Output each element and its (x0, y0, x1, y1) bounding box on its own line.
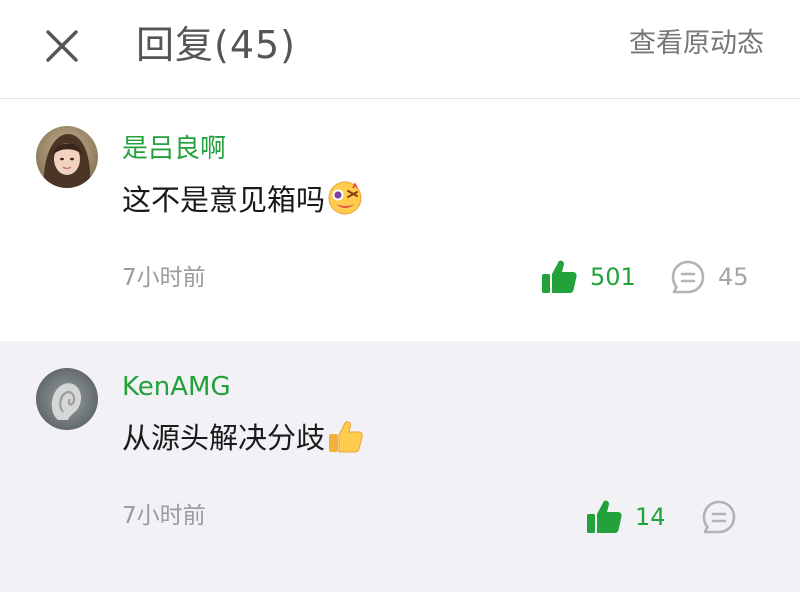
avatar[interactable] (36, 126, 98, 188)
comment-item: KenAMG 从源头解决分歧 7小时前 14 (0, 341, 800, 592)
top-bar: 回复(45) 查看原动态 (0, 0, 800, 99)
username[interactable]: KenAMG (122, 369, 231, 405)
reply-button[interactable]: 45 (670, 257, 749, 297)
timestamp: 7小时前 (122, 503, 206, 529)
comment-text: 从源头解决分歧 (122, 417, 363, 459)
close-button[interactable] (42, 26, 82, 66)
comment-bubble-icon (702, 500, 736, 534)
comment-bubble-icon (671, 260, 705, 294)
like-count: 501 (590, 263, 636, 291)
page-title: 回复(45) (136, 23, 297, 67)
avatar[interactable] (36, 368, 98, 430)
view-original-post-link[interactable]: 查看原动态 (629, 24, 764, 64)
thumbs-up-emoji-icon (327, 418, 363, 454)
close-icon (46, 30, 78, 62)
thumbs-up-icon (587, 500, 622, 533)
reply-button[interactable] (701, 497, 737, 537)
username[interactable]: 是吕良啊 (122, 131, 226, 167)
like-button[interactable]: 501 (540, 257, 636, 297)
like-count: 14 (635, 503, 666, 531)
comment-item: 是吕良啊 这不是意见箱吗 7小时前 501 45 (0, 99, 800, 341)
dizzy-face-emoji-icon (327, 180, 363, 216)
timestamp: 7小时前 (122, 265, 206, 291)
comment-text: 这不是意见箱吗 (122, 179, 363, 221)
thumbs-up-icon (542, 260, 577, 293)
reply-count: 45 (718, 263, 749, 291)
like-button[interactable]: 14 (585, 497, 666, 537)
